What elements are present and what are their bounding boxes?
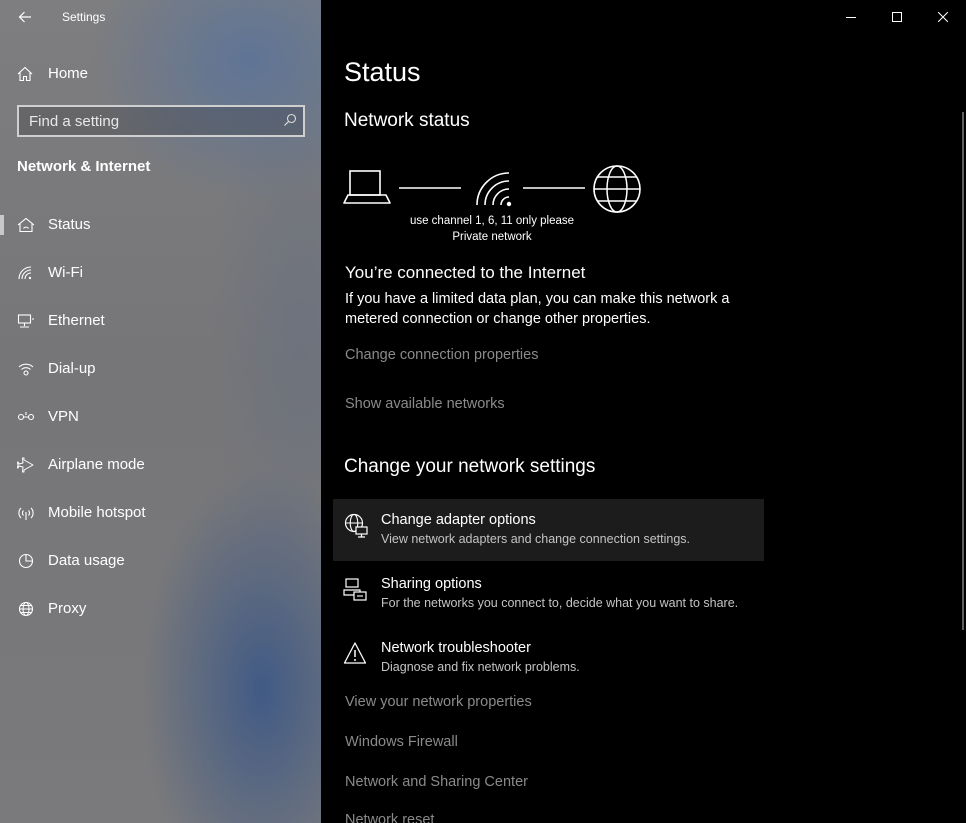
home-icon <box>17 66 33 82</box>
option-title: Sharing options <box>381 576 482 592</box>
minimize-icon <box>846 17 856 18</box>
section-title: Network & Internet <box>17 158 151 175</box>
scrollbar[interactable] <box>962 112 964 630</box>
sidebar-item-label: Status <box>48 216 91 233</box>
maximize-button[interactable] <box>874 0 920 34</box>
ethernet-icon <box>17 314 34 328</box>
home-nav-item[interactable]: Home <box>0 58 321 90</box>
wifi-signal-icon <box>476 172 512 207</box>
change-network-settings-title: Change your network settings <box>344 456 596 477</box>
network-status-title: Network status <box>344 110 470 131</box>
globe-icon <box>18 601 34 617</box>
sharing-icon <box>343 578 367 601</box>
network-sharing-center-link[interactable]: Network and Sharing Center <box>345 774 528 790</box>
sidebar-item-wifi[interactable]: Wi-Fi <box>0 253 321 293</box>
network-name: use channel 1, 6, 11 only please <box>409 215 575 227</box>
sidebar-item-status[interactable]: Status <box>0 205 321 245</box>
show-available-networks-link[interactable]: Show available networks <box>345 396 505 412</box>
connected-heading: You’re connected to the Internet <box>345 263 586 282</box>
sidebar-item-ethernet[interactable]: Ethernet <box>0 301 321 341</box>
close-button[interactable] <box>920 0 966 34</box>
network-troubleshooter-button[interactable]: Network troubleshooter Diagnose and fix … <box>333 627 764 689</box>
home-status-icon <box>17 217 35 233</box>
back-button[interactable] <box>10 4 40 30</box>
sidebar-item-hotspot[interactable]: Mobile hotspot <box>0 493 321 533</box>
search-input[interactable] <box>19 107 279 135</box>
sidebar-item-data-usage[interactable]: Data usage <box>0 541 321 581</box>
option-title: Network troubleshooter <box>381 640 531 656</box>
sidebar-item-dialup[interactable]: Dial-up <box>0 349 321 389</box>
data-usage-icon <box>18 553 34 569</box>
vpn-icon <box>17 412 35 421</box>
sidebar-item-label: Ethernet <box>48 312 105 329</box>
sidebar-item-label: Data usage <box>48 552 125 569</box>
windows-firewall-link[interactable]: Windows Firewall <box>345 734 458 750</box>
globe-icon <box>593 165 641 213</box>
option-title: Change adapter options <box>381 512 536 528</box>
view-network-properties-link[interactable]: View your network properties <box>345 694 532 710</box>
back-arrow-icon <box>18 11 31 23</box>
main-content: Status Network status use channel 1, 6, … <box>321 0 966 823</box>
sidebar-item-airplane[interactable]: Airplane mode <box>0 445 321 485</box>
wifi-icon <box>18 266 32 280</box>
adapter-icon <box>344 513 368 538</box>
airplane-icon <box>17 457 34 473</box>
warning-icon <box>343 642 367 664</box>
option-description: View network adapters and change connect… <box>381 532 690 546</box>
dialup-icon <box>18 363 34 376</box>
sidebar: Settings Home Network & Internet Status … <box>0 0 321 823</box>
sidebar-item-proxy[interactable]: Proxy <box>0 589 321 629</box>
sidebar-item-label: Airplane mode <box>48 456 145 473</box>
network-reset-link[interactable]: Network reset <box>345 812 434 823</box>
laptop-icon <box>343 170 391 204</box>
minimize-button[interactable] <box>828 0 874 34</box>
option-description: Diagnose and fix network problems. <box>381 660 580 674</box>
maximize-icon <box>892 12 902 22</box>
close-icon <box>938 12 948 22</box>
sidebar-item-label: Dial-up <box>48 360 96 377</box>
search-box[interactable] <box>17 105 305 137</box>
page-title: Status <box>344 57 421 87</box>
network-type: Private network <box>452 231 532 243</box>
option-description: For the networks you connect to, decide … <box>381 596 739 610</box>
sidebar-item-vpn[interactable]: VPN <box>0 397 321 437</box>
sidebar-item-label: Mobile hotspot <box>48 504 146 521</box>
network-diagram <box>343 165 641 213</box>
hotspot-icon <box>18 507 34 520</box>
search-icon[interactable] <box>283 113 297 127</box>
home-label: Home <box>48 65 89 82</box>
app-title: Settings <box>62 10 106 24</box>
sharing-options-button[interactable]: Sharing options For the networks you con… <box>333 563 764 625</box>
change-connection-properties-link[interactable]: Change connection properties <box>345 347 538 363</box>
sidebar-item-label: VPN <box>48 408 79 425</box>
sidebar-item-label: Proxy <box>48 600 87 617</box>
change-adapter-options-button[interactable]: Change adapter options View network adap… <box>333 499 764 561</box>
sidebar-item-label: Wi-Fi <box>48 264 83 281</box>
connected-description: If you have a limited data plan, you can… <box>345 291 730 327</box>
